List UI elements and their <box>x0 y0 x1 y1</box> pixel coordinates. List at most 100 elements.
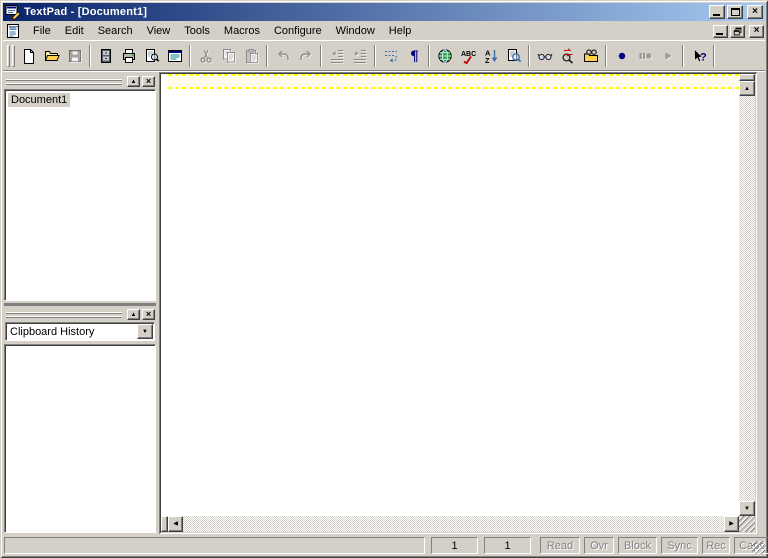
document-selector-gripper[interactable]: ▲ × <box>4 75 156 89</box>
toolbar-gripper[interactable] <box>7 45 15 67</box>
document-minimize-button[interactable] <box>713 24 728 38</box>
unindent-button <box>325 45 348 67</box>
restore-icon <box>733 27 742 35</box>
find-icon <box>537 53 552 61</box>
combo-dropdown-button[interactable]: ▼ <box>137 324 153 339</box>
print-icon <box>122 49 135 63</box>
indicator-overtype: Ovr <box>584 537 614 554</box>
print-preview-icon <box>145 49 159 62</box>
replace-button[interactable] <box>556 45 579 67</box>
status-line-number: 1 <box>431 537 478 554</box>
find-in-files-icon <box>583 49 598 62</box>
editor-window: ▲ ▼ ◀ ▶ <box>159 72 757 534</box>
manage-files-button[interactable] <box>94 45 117 67</box>
document-resize-grip[interactable] <box>739 516 755 532</box>
print-preview-button[interactable] <box>140 45 163 67</box>
textpad-app-icon <box>5 5 21 20</box>
menu-macros[interactable]: Macros <box>217 23 267 39</box>
full-screen-icon <box>167 50 182 62</box>
current-line-highlight <box>168 74 739 89</box>
pause-macro-button <box>633 45 656 67</box>
undo-icon <box>277 50 289 60</box>
menu-help[interactable]: Help <box>382 23 419 39</box>
panel-close-button[interactable]: × <box>142 76 155 87</box>
client-area: ▲ × Document1 ▲ × Clipboard History ▼ ▲ … <box>3 72 765 534</box>
collapse-arrow-icon: ▲ <box>130 78 137 85</box>
panel-collapse-button[interactable]: ▲ <box>127 309 140 320</box>
find-in-files-button[interactable] <box>579 45 602 67</box>
split-window-handle[interactable] <box>161 516 168 532</box>
context-help-icon: ? <box>693 48 707 64</box>
pause-macro-icon <box>639 53 651 59</box>
window-close-button[interactable]: × <box>747 5 763 19</box>
menu-view[interactable]: View <box>140 23 178 39</box>
open-file-button[interactable] <box>40 45 63 67</box>
menu-edit[interactable]: Edit <box>58 23 91 39</box>
find-button[interactable] <box>533 45 556 67</box>
new-document-button[interactable] <box>17 45 40 67</box>
compare-files-button[interactable] <box>502 45 525 67</box>
minimize-icon <box>713 14 720 16</box>
word-wrap-button[interactable] <box>379 45 402 67</box>
document-close-button[interactable]: × <box>749 24 764 38</box>
toolbar-separator <box>374 45 376 67</box>
maximize-icon <box>730 8 740 16</box>
toolbar-separator <box>605 45 607 67</box>
dock-splitter[interactable] <box>4 303 156 306</box>
document-restore-button[interactable] <box>730 24 745 38</box>
window-minimize-button[interactable] <box>709 5 725 19</box>
document-system-menu-icon[interactable] <box>5 23 21 39</box>
clipboard-history-list[interactable] <box>4 344 156 533</box>
scroll-up-button[interactable]: ▲ <box>739 81 755 96</box>
menu-window[interactable]: Window <box>329 23 382 39</box>
text-editing-area[interactable] <box>161 74 739 516</box>
visible-whitespace-button[interactable]: ¶ <box>402 45 425 67</box>
scroll-right-button[interactable]: ▶ <box>724 516 739 532</box>
record-macro-button[interactable] <box>610 45 633 67</box>
horizontal-scroll-track[interactable] <box>183 516 724 532</box>
svg-text:ABC: ABC <box>461 51 476 58</box>
save-file-button <box>63 45 86 67</box>
vertical-scrollbar[interactable]: ▲ ▼ <box>739 74 755 516</box>
document-selector-list[interactable]: Document1 <box>4 89 156 301</box>
menu-configure[interactable]: Configure <box>267 23 329 39</box>
indent-icon <box>353 50 366 63</box>
split-window-handle[interactable] <box>739 74 755 81</box>
collapse-arrow-icon: ▲ <box>130 311 137 318</box>
minimize-icon <box>716 32 723 35</box>
menu-file[interactable]: File <box>26 23 58 39</box>
clipboard-view-select[interactable]: Clipboard History ▼ <box>5 322 155 341</box>
full-screen-button[interactable] <box>163 45 186 67</box>
record-macro-icon <box>618 52 625 60</box>
cut-icon <box>199 49 212 63</box>
window-resize-grip[interactable] <box>752 541 765 554</box>
menu-tools[interactable]: Tools <box>177 23 217 39</box>
vertical-scroll-track[interactable] <box>739 96 755 501</box>
left-dock: ▲ × Document1 ▲ × Clipboard History ▼ <box>4 75 156 533</box>
scroll-down-button[interactable]: ▼ <box>739 501 755 516</box>
indicator-record: Rec <box>702 537 730 554</box>
copy-button <box>217 45 240 67</box>
toolbar-separator <box>682 45 684 67</box>
save-file-icon <box>68 50 81 62</box>
spell-check-button[interactable]: ABC <box>456 45 479 67</box>
panel-close-button[interactable]: × <box>142 309 155 320</box>
clipboard-panel-gripper[interactable]: ▲ × <box>4 308 156 322</box>
print-button[interactable] <box>117 45 140 67</box>
panel-collapse-button[interactable]: ▲ <box>127 76 140 87</box>
menu-bar: File Edit Search View Tools Macros Confi… <box>3 22 765 41</box>
view-in-browser-button[interactable] <box>433 45 456 67</box>
new-document-icon <box>23 49 34 64</box>
status-message-panel <box>4 537 425 554</box>
toolbar-separator <box>189 45 191 67</box>
context-help-button[interactable]: ? <box>687 45 710 67</box>
window-maximize-button[interactable] <box>727 5 743 19</box>
toolbar: ¶ ABC A Z? <box>3 42 765 71</box>
toolbar-separator <box>89 45 91 67</box>
document-list-item[interactable]: Document1 <box>8 93 71 107</box>
scroll-left-button[interactable]: ◀ <box>168 516 183 532</box>
horizontal-scrollbar[interactable]: ◀ ▶ <box>161 516 739 532</box>
sort-button[interactable]: AZ <box>479 45 502 67</box>
menu-search[interactable]: Search <box>91 23 140 39</box>
title-bar[interactable]: TextPad - [Document1] × <box>3 3 765 21</box>
